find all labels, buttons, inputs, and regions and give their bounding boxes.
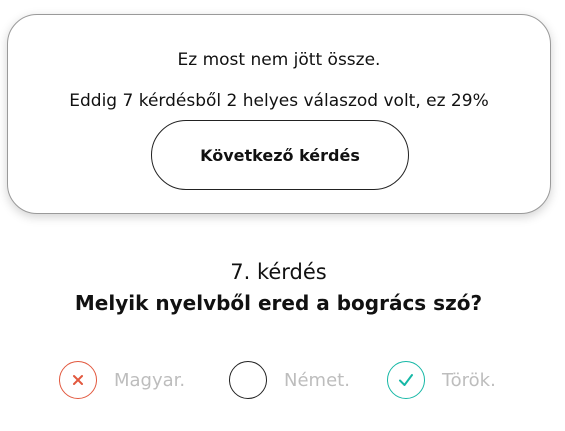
answer-option-torok[interactable]: Török. [387, 360, 496, 400]
answer-option-magyar[interactable]: Magyar. [59, 360, 185, 400]
answer-radio-circle [229, 361, 267, 399]
question-number: 7. kérdés [230, 260, 327, 284]
wrong-answer-marker [59, 361, 97, 399]
feedback-card: Ez most nem jött össze. Eddig 7 kérdésbő… [7, 14, 551, 214]
answer-label: Magyar. [114, 369, 186, 391]
check-icon [399, 374, 413, 386]
question-text: Melyik nyelvből ered a bogrács szó? [74, 291, 483, 315]
result-score-text: Eddig 7 kérdésből 2 helyes válaszod volt… [69, 91, 489, 111]
next-question-button[interactable]: Következő kérdés [151, 120, 409, 190]
answer-option-nemet[interactable]: Német. [229, 360, 350, 400]
correct-answer-marker [387, 361, 425, 399]
result-title: Ez most nem jött össze. [177, 50, 381, 70]
x-icon [73, 375, 83, 385]
answer-label: Török. [442, 369, 496, 391]
answer-label: Német. [284, 369, 350, 391]
